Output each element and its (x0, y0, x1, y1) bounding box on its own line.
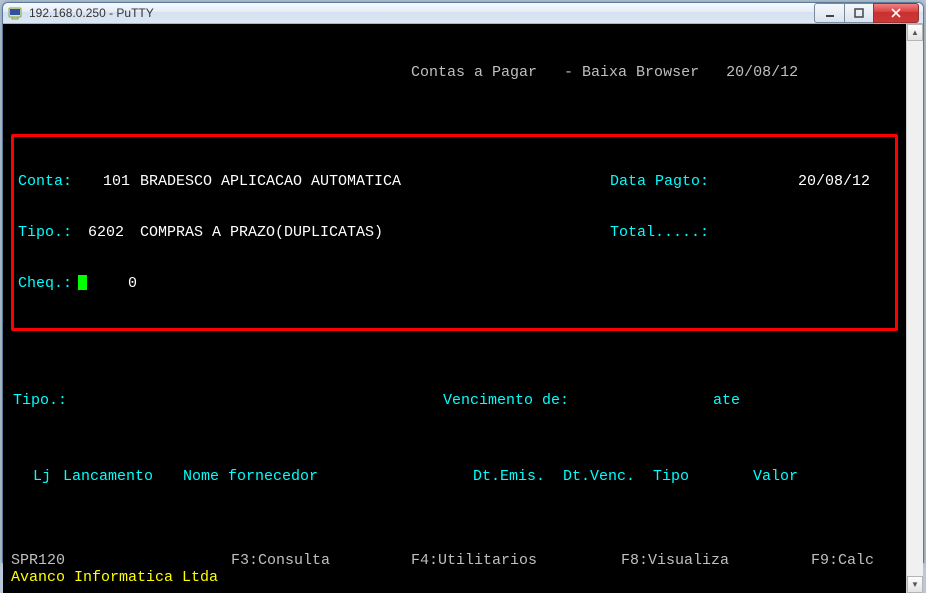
data-pagto-label: Data Pagto: (610, 173, 730, 190)
cursor-icon (78, 275, 87, 290)
maximize-button[interactable] (844, 3, 874, 23)
prog-id: SPR120 (11, 552, 231, 569)
cheq-value[interactable]: 0 (87, 275, 137, 292)
f4-hint: F4:Utilitarios (411, 552, 621, 569)
col-venc: Dt.Venc. (563, 468, 653, 485)
col-lancamento: Lancamento (63, 468, 183, 485)
close-button[interactable] (873, 3, 919, 23)
function-keys: SPR120F3:ConsultaF4:UtilitariosF8:Visual… (11, 552, 898, 569)
filter-row: Tipo.: Vencimento de: ate (13, 392, 896, 409)
column-headers: Lj Lancamento Nome fornecedor Dt.Emis. D… (13, 468, 896, 485)
terminal[interactable]: Contas a Pagar - Baixa Browser 20/08/12 … (3, 24, 906, 593)
form-box: Conta: 101 BRADESCO APLICACAO AUTOMATICA… (11, 134, 898, 331)
conta-name: BRADESCO APLICACAO AUTOMATICA (140, 173, 610, 190)
f9-hint: F9:Calc (811, 552, 874, 569)
minimize-button[interactable] (814, 3, 844, 23)
total-label: Total.....: (610, 224, 709, 241)
app-window: 192.168.0.250 - PuTTY Contas a Pagar - B… (2, 2, 924, 563)
company-footer: Avanco Informatica Ltda (11, 569, 218, 586)
tipo-label: Tipo.: (18, 224, 88, 241)
scroll-down-button[interactable]: ▼ (907, 576, 923, 593)
col-lj: Lj (33, 468, 63, 485)
col-emis: Dt.Emis. (473, 468, 563, 485)
header-line: Contas a Pagar - Baixa Browser 20/08/12 (11, 64, 898, 81)
cheq-label: Cheq.: (18, 275, 78, 292)
conta-code: 101 (88, 173, 130, 190)
scroll-track[interactable] (907, 41, 923, 576)
col-fornecedor: Nome fornecedor (183, 468, 473, 485)
col-valor: Valor (753, 468, 798, 485)
data-pagto-value: 20/08/12 (730, 173, 870, 190)
filter-tipo-label: Tipo.: (13, 392, 443, 409)
scrollbar[interactable]: ▲ ▼ (906, 24, 923, 593)
filter-ate-label: ate (713, 392, 740, 409)
conta-label: Conta: (18, 173, 88, 190)
tipo-code: 6202 (88, 224, 130, 241)
col-tipo: Tipo (653, 468, 753, 485)
titlebar[interactable]: 192.168.0.250 - PuTTY (3, 3, 923, 24)
scroll-up-button[interactable]: ▲ (907, 24, 923, 41)
tipo-name: COMPRAS A PRAZO(DUPLICATAS) (140, 224, 610, 241)
window-title: 192.168.0.250 - PuTTY (29, 6, 814, 20)
window-controls (814, 3, 919, 23)
f3-hint: F3:Consulta (231, 552, 411, 569)
filter-venc-label: Vencimento de: (443, 392, 713, 409)
putty-icon (7, 5, 23, 21)
f8-hint: F8:Visualiza (621, 552, 811, 569)
terminal-area: Contas a Pagar - Baixa Browser 20/08/12 … (3, 24, 923, 593)
